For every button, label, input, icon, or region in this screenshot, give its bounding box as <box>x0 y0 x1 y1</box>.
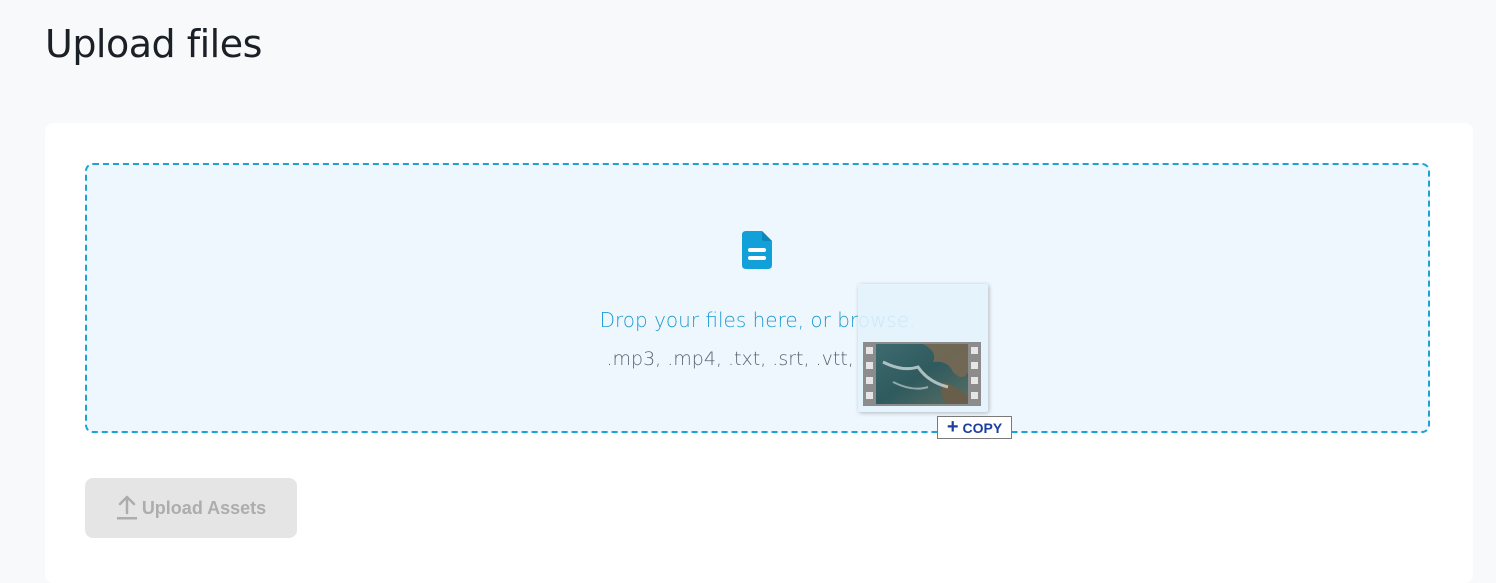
upload-assets-label: Upload Assets <box>141 497 267 518</box>
upload-icon <box>116 495 137 520</box>
drop-prompt[interactable]: Drop your files here, or browse. <box>87 308 1428 332</box>
plus-icon: + <box>946 415 959 438</box>
copy-label: COPY <box>962 419 1003 436</box>
page-title: Upload files <box>45 22 262 66</box>
drag-preview <box>858 284 988 412</box>
file-icon <box>742 231 772 269</box>
upload-assets-button[interactable]: Upload Assets <box>85 478 297 538</box>
video-file-icon <box>863 342 981 406</box>
copy-drop-indicator: + COPY <box>937 416 1012 439</box>
file-dropzone[interactable]: Drop your files here, or browse. .mp3, .… <box>85 163 1430 433</box>
accepted-file-types: .mp3, .mp4, .txt, .srt, .vtt, .mp4 <box>606 348 909 370</box>
